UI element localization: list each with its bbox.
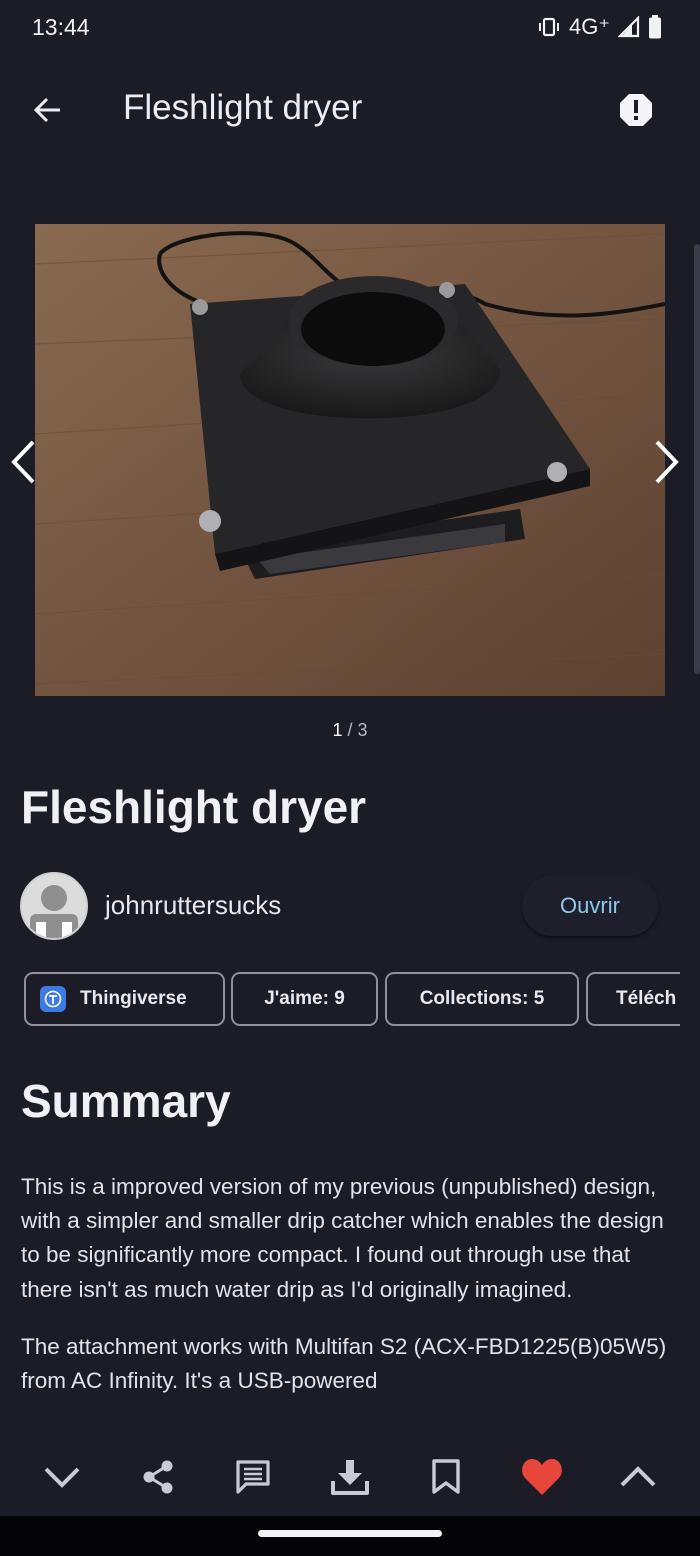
downloads-chip[interactable]: Téléch [586, 972, 680, 1026]
app-bar-title: Fleshlight dryer [123, 88, 363, 127]
status-indicators: 4G⁺ [537, 14, 662, 40]
page-total: 3 [357, 720, 368, 740]
author-name[interactable]: johnruttersucks [105, 890, 281, 921]
back-button[interactable] [24, 86, 72, 134]
bookmark-icon [432, 1459, 460, 1494]
comments-button[interactable] [228, 1452, 278, 1502]
bookmark-button[interactable] [421, 1452, 471, 1502]
share-button[interactable] [133, 1452, 183, 1502]
thingiverse-icon [40, 986, 66, 1012]
signal-icon [618, 16, 640, 38]
download-button[interactable] [325, 1452, 375, 1502]
likes-chip[interactable]: J'aime: 9 [231, 972, 378, 1026]
network-type: 4G⁺ [569, 14, 610, 39]
bottom-action-bar [0, 1438, 700, 1516]
alert-octagon-icon [620, 94, 652, 126]
status-bar: 13:44 4G⁺ [0, 0, 700, 58]
status-time: 13:44 [32, 14, 90, 40]
home-gesture-handle[interactable] [258, 1530, 442, 1537]
comment-icon [236, 1460, 270, 1494]
summary-paragraph: This is a improved version of my previou… [21, 1174, 664, 1302]
next-image-button[interactable] [646, 432, 686, 492]
collections-chip[interactable]: Collections: 5 [385, 972, 579, 1026]
system-navigation-bar [0, 1516, 700, 1556]
like-button[interactable] [517, 1452, 567, 1502]
page-indicator: 1 / 3 [0, 720, 700, 741]
avatar[interactable] [20, 872, 88, 940]
vibrate-icon [539, 17, 560, 37]
previous-image-button[interactable] [4, 432, 44, 492]
stats-chips: Thingiverse J'aime: 9 Collections: 5 Tél… [24, 972, 680, 1032]
page-current: 1 [332, 720, 343, 740]
summary-paragraph: The attachment works with Multifan S2 (A… [21, 1333, 667, 1394]
download-icon [331, 1460, 369, 1495]
gallery-image[interactable] [35, 224, 665, 696]
source-label: Thingiverse [80, 988, 187, 1009]
summary-heading: Summary [21, 1075, 231, 1127]
collapse-button[interactable] [37, 1452, 87, 1502]
chevron-left-icon [11, 440, 35, 484]
summary-body: This is a improved version of my previou… [21, 1170, 681, 1438]
battery-icon [649, 15, 661, 39]
report-button[interactable] [616, 90, 656, 130]
open-button[interactable]: Ouvrir [522, 876, 658, 936]
author-row: johnruttersucks Ouvrir [20, 872, 680, 942]
expand-button[interactable] [613, 1452, 663, 1502]
default-avatar-icon [22, 874, 86, 938]
image-gallery[interactable] [0, 222, 700, 698]
scrollbar[interactable] [694, 244, 700, 674]
page-separator: / [347, 720, 353, 740]
app-bar: Fleshlight dryer [0, 58, 700, 162]
chevron-up-icon [620, 1466, 656, 1487]
arrow-left-icon [33, 97, 60, 123]
thing-title: Fleshlight dryer [21, 781, 367, 833]
chevron-right-icon [655, 440, 679, 484]
source-chip[interactable]: Thingiverse [24, 972, 225, 1026]
share-icon [143, 1460, 173, 1494]
chevron-down-icon [44, 1467, 80, 1488]
heart-icon [522, 1459, 562, 1495]
